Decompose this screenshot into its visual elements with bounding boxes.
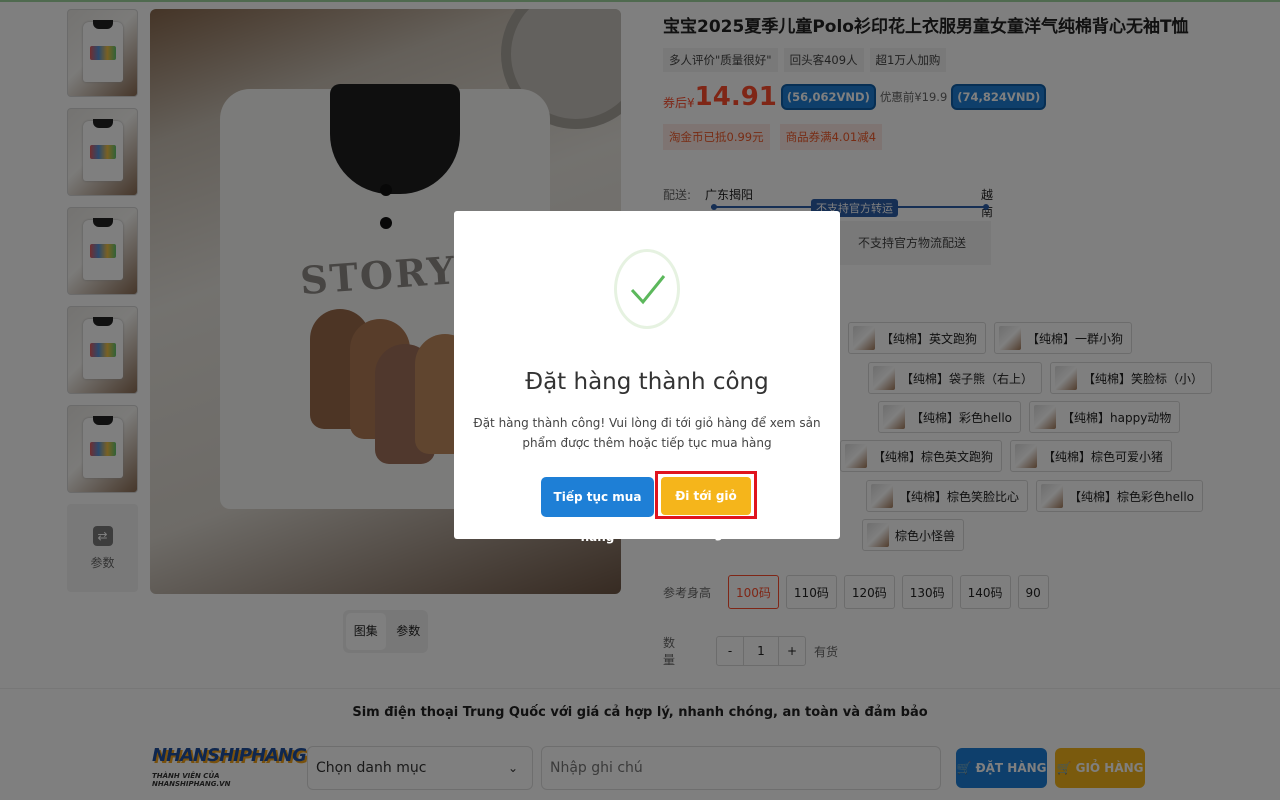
order-success-modal: Đặt hàng thành công Đặt hàng thành công!… [454, 211, 840, 544]
modal-message: Đặt hàng thành công! Vui lòng đi tới giỏ… [473, 416, 821, 450]
continue-shopping-button[interactable]: Tiếp tục mua hàng [541, 477, 654, 544]
modal-title: Đặt hàng thành công [525, 369, 769, 395]
go-to-cart-button[interactable]: Đi tới giỏ hàng [661, 477, 751, 541]
success-check-icon [614, 249, 680, 329]
